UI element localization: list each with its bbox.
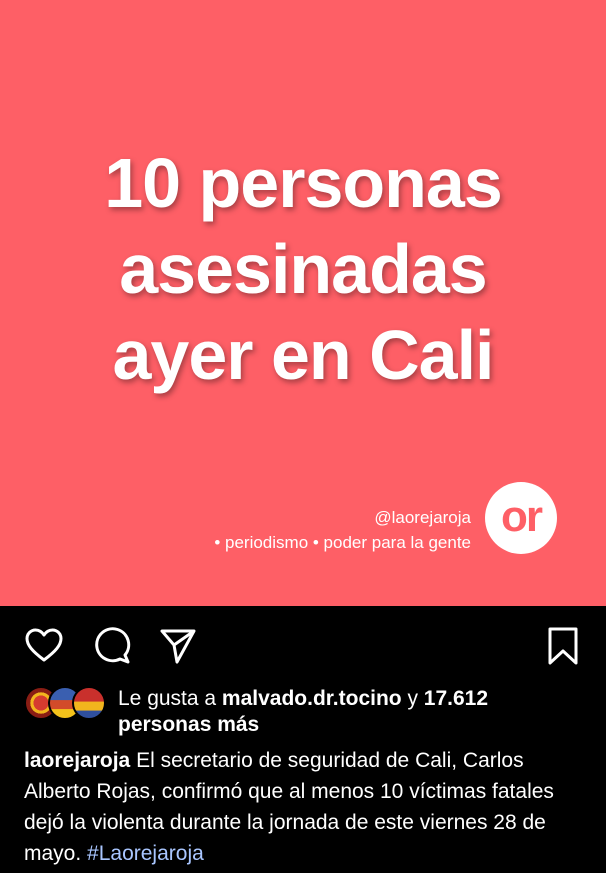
post-image[interactable]: 10 personas asesinadas ayer en Cali @lao…: [0, 0, 606, 606]
caption-hashtag[interactable]: #Laorejaroja: [87, 842, 204, 865]
post-headline: 10 personas asesinadas ayer en Cali: [0, 140, 606, 398]
liker-avatars[interactable]: [24, 686, 108, 722]
likes-prefix: Le gusta a: [118, 687, 222, 710]
avatar[interactable]: [72, 686, 106, 720]
comment-icon[interactable]: [92, 626, 132, 666]
brand-tagline: • periodismo • poder para la gente: [214, 533, 471, 552]
heart-icon[interactable]: [24, 626, 64, 666]
brand-logo: or: [485, 482, 557, 554]
likes-suffix[interactable]: personas más: [118, 713, 259, 736]
likes-connector: y: [401, 687, 424, 710]
liker-username[interactable]: malvado.dr.tocino: [222, 687, 402, 710]
action-bar: [0, 606, 606, 680]
headline-line-1: 10 personas: [104, 144, 503, 222]
brand-handle: @laorejaroja: [374, 508, 471, 527]
likes-count[interactable]: 17.612: [424, 687, 488, 710]
headline-line-3: ayer en Cali: [112, 316, 495, 394]
caption-username[interactable]: laorejaroja: [24, 749, 130, 772]
send-icon[interactable]: [158, 626, 198, 666]
post-caption: laorejaroja El secretario de seguridad d…: [24, 745, 584, 869]
likes-row: Le gusta a malvado.dr.tocino y 17.612 per…: [24, 686, 594, 738]
bookmark-icon[interactable]: [543, 626, 583, 666]
likes-summary[interactable]: Le gusta a malvado.dr.tocino y 17.612 per…: [118, 686, 588, 738]
headline-line-2: asesinadas: [119, 230, 487, 308]
